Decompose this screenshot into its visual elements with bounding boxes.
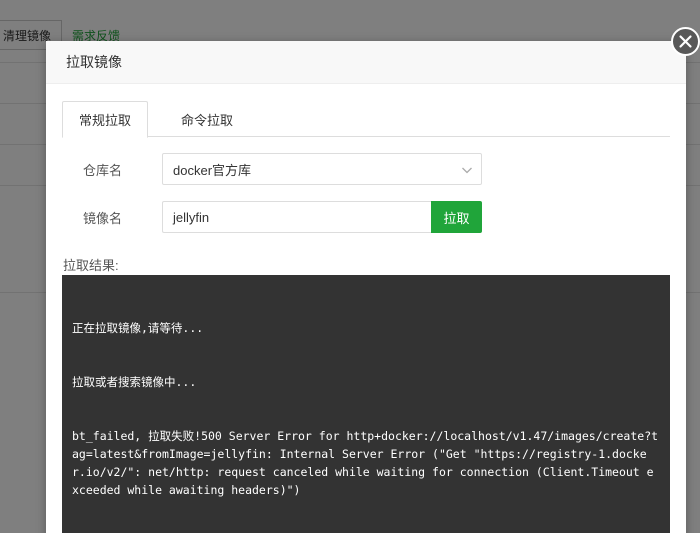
result-label: 拉取结果: [63,258,119,273]
pull-image-dialog: 拉取镜像 常规拉取 命令拉取 仓库名 docker官方库 镜像名 jellyfi… [46,41,686,533]
pull-result-console[interactable]: 正在拉取镜像,请等待... 拉取或者搜索镜像中... bt_failed, 拉取… [62,275,670,533]
close-icon [679,35,692,48]
repository-row: 仓库名 docker官方库 [62,153,670,185]
image-label: 镜像名 [82,210,122,226]
chevron-down-icon [462,167,472,174]
console-line: 拉取或者搜索镜像中... [72,375,197,389]
repository-label: 仓库名 [82,162,122,178]
console-line: bt_failed, 拉取失败!500 Server Error for htt… [72,429,659,497]
dialog-title: 拉取镜像 [66,54,122,70]
repository-select-value: docker官方库 [173,162,252,178]
repository-select[interactable]: docker官方库 [162,153,482,185]
pull-button[interactable]: 拉取 [431,201,482,233]
tab-bar: 常规拉取 命令拉取 [62,101,670,138]
tab-command-pull[interactable]: 命令拉取 [162,101,252,137]
console-line: 正在拉取镜像,请等待... [72,321,204,335]
dialog-header: 拉取镜像 [46,41,686,84]
close-button[interactable] [671,27,700,56]
tab-regular-pull[interactable]: 常规拉取 [62,101,148,138]
image-name-input[interactable]: jellyfin [162,201,432,233]
image-row: 镜像名 jellyfin 拉取 [62,201,670,233]
image-name-value: jellyfin [173,209,210,225]
